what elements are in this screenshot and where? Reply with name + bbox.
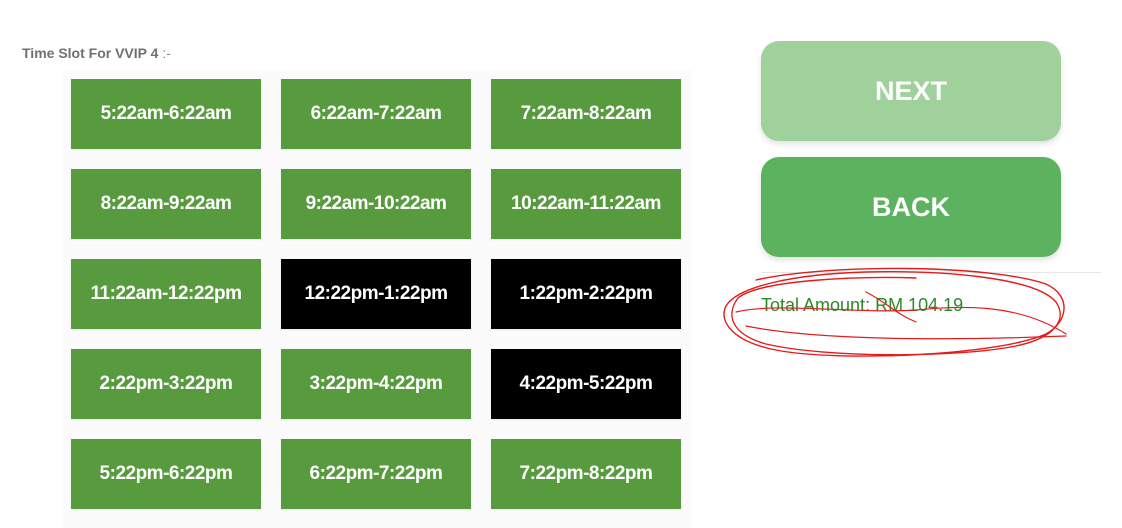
time-slot-button[interactable]: 5:22pm-6:22pm [71,439,261,509]
back-button[interactable]: BACK [761,157,1061,257]
time-slot-button[interactable]: 6:22am-7:22am [281,79,471,149]
time-slot-heading: Time Slot For VVIP 4:- [22,45,171,61]
time-slot-button[interactable]: 3:22pm-4:22pm [281,349,471,419]
time-slot-button[interactable]: 9:22am-10:22am [281,169,471,239]
time-slot-button[interactable]: 10:22am-11:22am [491,169,681,239]
time-slot-button[interactable]: 5:22am-6:22am [71,79,261,149]
time-slot-heading-text: Time Slot For VVIP 4 [22,45,159,61]
time-slot-button-booked[interactable]: 4:22pm-5:22pm [491,349,681,419]
time-slot-button-booked[interactable]: 1:22pm-2:22pm [491,259,681,329]
summary-divider [761,272,1101,273]
time-slot-button[interactable]: 11:22am-12:22pm [71,259,261,329]
time-slot-button[interactable]: 7:22pm-8:22pm [491,439,681,509]
total-amount: Total Amount: RM 104.19 [761,295,964,315]
next-button[interactable]: NEXT [761,41,1061,141]
time-slot-button-booked[interactable]: 12:22pm-1:22pm [281,259,471,329]
booking-page: Time Slot For VVIP 4:- 5:22am-6:22am 6:2… [0,0,1122,528]
time-slot-button[interactable]: 6:22pm-7:22pm [281,439,471,509]
time-slot-button[interactable]: 2:22pm-3:22pm [71,349,261,419]
time-slot-heading-separator: :- [162,45,171,61]
time-slot-button[interactable]: 7:22am-8:22am [491,79,681,149]
time-slot-button[interactable]: 8:22am-9:22am [71,169,261,239]
